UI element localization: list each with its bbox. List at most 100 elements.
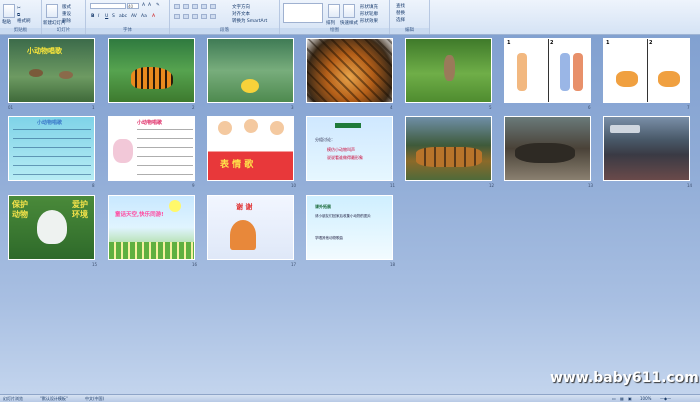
arrange-icon[interactable] <box>328 4 340 18</box>
slide-thumbnail-5[interactable] <box>405 38 492 103</box>
align-center-icon[interactable] <box>183 14 189 19</box>
group-label-paragraph: 段落 <box>170 28 279 34</box>
slide-number: 14 <box>687 183 693 188</box>
bullets-icon[interactable] <box>174 4 180 9</box>
bold-icon[interactable]: B <box>91 14 94 19</box>
cartoon-cat-image <box>241 79 259 93</box>
panel-number: 1 <box>507 40 511 46</box>
increase-indent-icon[interactable] <box>201 4 207 9</box>
cake-image <box>658 71 680 87</box>
slide-thumbnail-6[interactable]: 1 2 <box>504 38 591 103</box>
slide-thumbnail-14[interactable] <box>603 116 690 181</box>
shape-outline-button[interactable]: 形状轮廓 <box>360 11 378 17</box>
slide-thumbnail-18[interactable]: 课外拓展 请小朋友们回家后收集小动物的图片 学唱其他动物歌曲 <box>306 195 393 260</box>
replace-button[interactable]: 替换 <box>396 10 405 16</box>
grow-font-icon[interactable]: A <box>142 3 145 8</box>
shape-fill-button[interactable]: 形状填充 <box>360 4 378 10</box>
slide-number: 12 <box>489 183 495 188</box>
paste-icon[interactable] <box>3 4 15 18</box>
font-color-icon[interactable]: A <box>152 14 155 19</box>
slide-number: 3 <box>291 105 294 110</box>
slide-title: 童话天空,快乐同游! <box>115 212 164 218</box>
slide-thumbnail-7[interactable]: 1 2 <box>603 38 690 103</box>
slide-thumbnail-1[interactable]: 小动物唱歌 <box>8 38 95 103</box>
slide-thumbnail-4[interactable] <box>306 38 393 103</box>
slide-thumbnail-13[interactable] <box>504 116 591 181</box>
change-case-icon[interactable]: Aa <box>141 14 147 19</box>
slide-title: 小动物唱歌 <box>137 120 163 126</box>
slide-number: 6 <box>588 105 591 110</box>
drawing-group: 排列 快速样式 形状填充 形状轮廓 形状效果 绘图 <box>280 0 390 34</box>
watermark: www.baby611.com <box>550 370 699 386</box>
underline-icon[interactable]: U <box>105 14 108 19</box>
slide-thumbnail-16[interactable]: 童话天空,快乐同游! <box>108 195 195 260</box>
animals-image <box>416 147 482 167</box>
char-spacing-icon[interactable]: AV <box>131 14 137 19</box>
align-left-icon[interactable] <box>174 14 180 19</box>
shapes-gallery[interactable] <box>283 3 323 23</box>
slide-thumbnail-15[interactable]: 保护动物 爱护环境 <box>8 195 95 260</box>
layout-button[interactable]: 版式 <box>62 4 71 10</box>
new-slide-icon[interactable] <box>46 4 58 18</box>
child-image <box>517 53 527 91</box>
italic-icon[interactable]: I <box>98 14 99 19</box>
slide-thumbnail-2[interactable] <box>108 38 195 103</box>
slide-thumbnail-12[interactable] <box>405 116 492 181</box>
slide-thumbnail-9[interactable]: 小动物唱歌 <box>108 116 195 181</box>
font-name-input[interactable] <box>90 3 126 9</box>
shrink-font-icon[interactable]: A <box>148 3 151 8</box>
slide-number: 2 <box>192 105 195 110</box>
paragraph-group: 文字方向 对齐文本 转换为 SmartArt 段落 <box>170 0 280 34</box>
slide-title: 谢 谢 <box>236 203 253 211</box>
clear-format-icon[interactable]: ✎ <box>156 3 160 8</box>
reset-button[interactable]: 重设 <box>62 11 71 17</box>
slide-thumbnail-8[interactable]: 小动物唱歌 <box>8 116 95 181</box>
child-image <box>573 53 583 91</box>
group-label-slides: 幻灯片 <box>42 28 85 34</box>
slide-thumbnail-10[interactable]: 表 情 歌 <box>207 116 294 181</box>
format-painter-button[interactable]: 格式刷 <box>17 18 31 24</box>
slides-group: 新建幻灯片 版式 重设 删除 幻灯片 <box>42 0 86 34</box>
text-direction-button[interactable]: 文字方向 <box>232 4 250 10</box>
divider <box>548 39 549 102</box>
cut-button[interactable]: ✂ <box>17 6 21 11</box>
slide-text: 模仿小动物叫声 <box>327 147 355 152</box>
decrease-indent-icon[interactable] <box>192 4 198 9</box>
slide-text: 说说看谁做得最形象 <box>327 155 363 160</box>
paste-button[interactable]: 粘贴 <box>2 19 11 25</box>
shadow-icon[interactable]: S <box>112 14 115 19</box>
child-image <box>560 53 570 91</box>
slide-thumbnail-11[interactable]: 分组讨论： 模仿小动物叫声 说说看谁做得最形象 <box>306 116 393 181</box>
smartart-button[interactable]: 转换为 SmartArt <box>232 18 267 24</box>
bird-image <box>29 69 43 77</box>
columns-icon[interactable] <box>210 14 216 19</box>
kitten-image <box>444 55 455 81</box>
group-label-drawing: 绘图 <box>280 28 389 34</box>
find-button[interactable]: 查找 <box>396 3 405 9</box>
slide-number: 1 <box>92 105 95 110</box>
slide-text: 学唱其他动物歌曲 <box>315 236 343 240</box>
align-right-icon[interactable] <box>192 14 198 19</box>
font-size-input[interactable]: 40 <box>127 3 139 9</box>
delete-button[interactable]: 删除 <box>62 18 71 24</box>
slide-text: 请小朋友们回家后收集小动物的图片 <box>315 214 371 218</box>
slide-number: 10 <box>291 183 297 188</box>
quick-styles-button[interactable]: 快速样式 <box>340 20 358 26</box>
flowers-image <box>109 242 194 259</box>
align-text-button[interactable]: 对齐文本 <box>232 11 250 17</box>
slide-thumbnail-3[interactable] <box>207 38 294 103</box>
numbering-icon[interactable] <box>183 4 189 9</box>
face-icon <box>244 119 258 133</box>
boat-image <box>610 125 640 133</box>
arrange-button[interactable]: 排列 <box>326 20 335 26</box>
shape-effects-button[interactable]: 形状效果 <box>360 18 378 24</box>
line-spacing-icon[interactable] <box>210 4 216 9</box>
strikethrough-icon[interactable]: abc <box>119 14 127 19</box>
justify-icon[interactable] <box>201 14 207 19</box>
group-label-font: 字体 <box>86 28 169 34</box>
select-button[interactable]: 选择 <box>396 17 405 23</box>
sheet-music <box>137 129 193 177</box>
slide-thumbnail-17[interactable]: 谢 谢 <box>207 195 294 260</box>
quick-styles-icon[interactable] <box>343 4 355 18</box>
slide-text-right: 爱护环境 <box>72 200 88 219</box>
